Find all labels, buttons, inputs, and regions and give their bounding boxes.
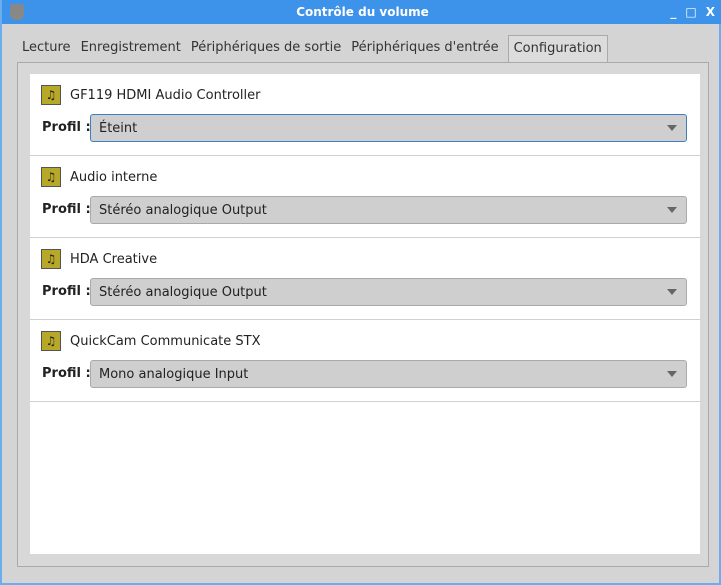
card-list: ♫ GF119 HDMI Audio Controller Profil : É… <box>30 74 700 554</box>
profile-label: Profil : <box>42 366 91 381</box>
profile-select[interactable]: Éteint <box>90 114 687 142</box>
card-name: QuickCam Communicate STX <box>70 334 261 349</box>
card-item: ♫ HDA Creative Profil : Stéréo analogiqu… <box>30 238 700 320</box>
card-item: ♫ QuickCam Communicate STX Profil : Mono… <box>30 320 700 402</box>
card-item: ♫ Audio interne Profil : Stéréo analogiq… <box>30 156 700 238</box>
tab-configuration[interactable]: Configuration <box>507 35 608 63</box>
speaker-icon <box>10 4 24 20</box>
profile-label: Profil : <box>42 120 91 135</box>
sound-card-icon: ♫ <box>41 167 61 187</box>
tab-peripheriques-entree[interactable]: Périphériques d'entrée <box>346 35 503 63</box>
close-button[interactable]: X <box>706 0 715 24</box>
window-title: Contrôle du volume <box>296 5 429 19</box>
title-bar: Contrôle du volume _ □ X <box>2 0 721 24</box>
profile-select[interactable]: Mono analogique Input <box>90 360 687 388</box>
card-name: GF119 HDMI Audio Controller <box>70 88 261 103</box>
tab-enregistrement[interactable]: Enregistrement <box>76 35 186 63</box>
profile-value: Stéréo analogique Output <box>99 203 267 218</box>
chevron-down-icon <box>667 125 677 131</box>
tab-lecture[interactable]: Lecture <box>17 35 76 63</box>
profile-select[interactable]: Stéréo analogique Output <box>90 196 687 224</box>
chevron-down-icon <box>667 207 677 213</box>
profile-label: Profil : <box>42 284 91 299</box>
tab-bar: Lecture Enregistrement Périphériques de … <box>17 35 608 63</box>
profile-select[interactable]: Stéréo analogique Output <box>90 278 687 306</box>
profile-value: Stéréo analogique Output <box>99 285 267 300</box>
sound-card-icon: ♫ <box>41 249 61 269</box>
minimize-button[interactable]: _ <box>670 0 676 24</box>
card-name: Audio interne <box>70 170 158 185</box>
chevron-down-icon <box>667 289 677 295</box>
profile-value: Éteint <box>99 121 138 136</box>
chevron-down-icon <box>667 371 677 377</box>
configuration-panel: ♫ GF119 HDMI Audio Controller Profil : É… <box>17 62 709 567</box>
sound-card-icon: ♫ <box>41 85 61 105</box>
profile-label: Profil : <box>42 202 91 217</box>
maximize-button[interactable]: □ <box>685 0 696 24</box>
card-name: HDA Creative <box>70 252 158 267</box>
card-item: ♫ GF119 HDMI Audio Controller Profil : É… <box>30 74 700 156</box>
sound-card-icon: ♫ <box>41 331 61 351</box>
tab-peripheriques-sortie[interactable]: Périphériques de sortie <box>186 35 346 63</box>
profile-value: Mono analogique Input <box>99 367 249 382</box>
